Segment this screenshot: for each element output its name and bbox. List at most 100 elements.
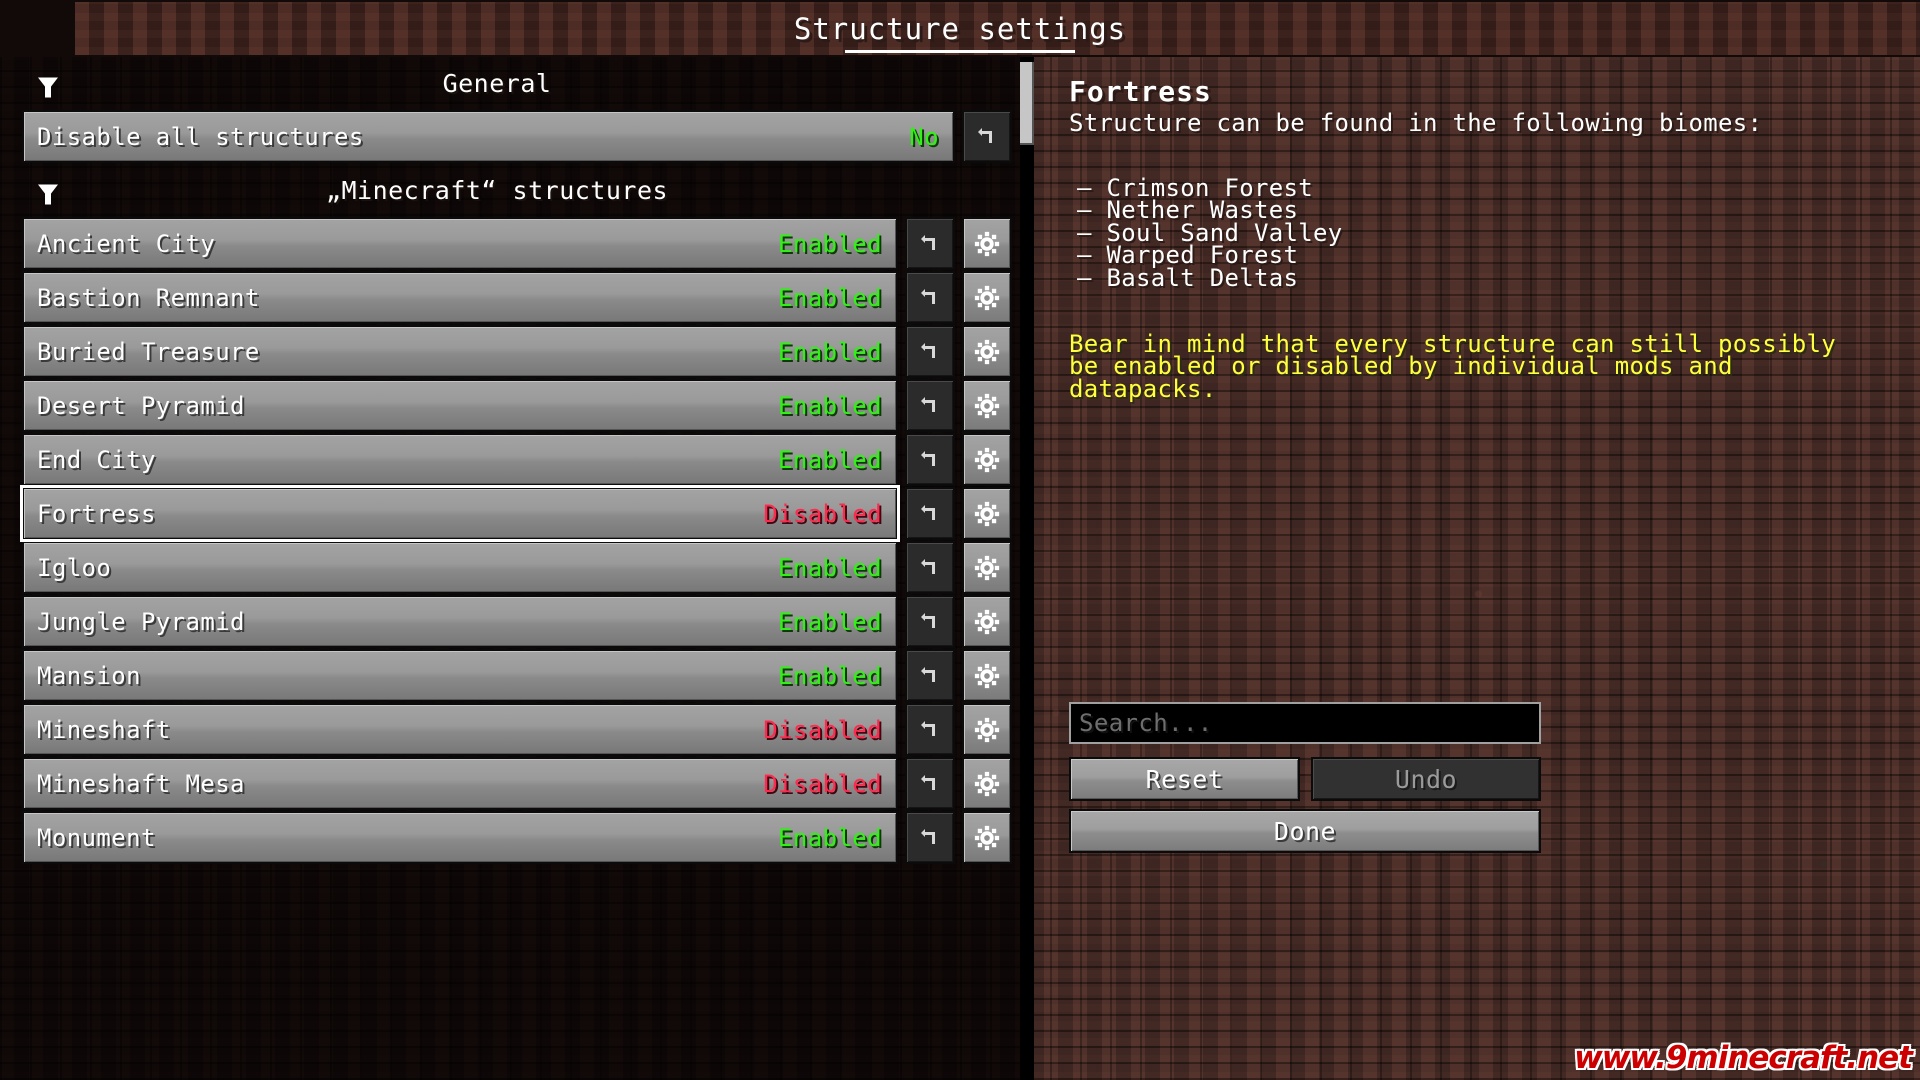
- structure-toggle-button[interactable]: Buried Treasure Enabled: [22, 325, 898, 378]
- done-button[interactable]: Done: [1069, 809, 1541, 853]
- gear-icon-button[interactable]: [962, 271, 1012, 324]
- search-input[interactable]: [1069, 702, 1541, 744]
- gear-icon-button[interactable]: [962, 541, 1012, 594]
- table-row[interactable]: Mineshaft Disabled: [22, 703, 1012, 756]
- structure-toggle-button[interactable]: Mineshaft Disabled: [22, 703, 898, 756]
- reset-arrow-icon-button[interactable]: [905, 379, 955, 432]
- reset-button[interactable]: Reset: [1069, 757, 1300, 801]
- gear-icon-button[interactable]: [962, 757, 1012, 810]
- caret-down-icon[interactable]: [38, 184, 58, 204]
- reset-arrow-icon: [921, 342, 935, 358]
- structure-toggle-button[interactable]: Jungle Pyramid Enabled: [22, 595, 898, 648]
- reset-arrow-icon-button[interactable]: [905, 811, 955, 864]
- structure-label: Mansion: [37, 661, 141, 690]
- structure-status: Enabled: [778, 283, 882, 312]
- table-row[interactable]: Desert Pyramid Enabled: [22, 379, 1012, 432]
- table-row[interactable]: Disable all structures No: [22, 110, 1012, 163]
- structure-label: Ancient City: [37, 229, 216, 258]
- reset-arrow-icon: [921, 558, 935, 574]
- gear-icon-button[interactable]: [962, 487, 1012, 540]
- list-scrollbar-track[interactable]: [1020, 57, 1034, 1080]
- reset-arrow-icon: [921, 720, 935, 736]
- site-watermark: www.9minecraft.net: [1574, 1040, 1913, 1076]
- gear-icon: [974, 825, 1000, 850]
- reset-arrow-icon-button[interactable]: [905, 487, 955, 540]
- structure-toggle-button[interactable]: Mansion Enabled: [22, 649, 898, 702]
- structure-label: Jungle Pyramid: [37, 607, 245, 636]
- gear-icon-button[interactable]: [962, 811, 1012, 864]
- structure-label: Buried Treasure: [37, 337, 260, 366]
- option-disable-all-structures[interactable]: Disable all structures No: [22, 110, 955, 163]
- table-row[interactable]: Ancient City Enabled: [22, 217, 1012, 270]
- reset-arrow-icon: [921, 612, 935, 628]
- structure-toggle-button[interactable]: Monument Enabled: [22, 811, 898, 864]
- gear-icon-button[interactable]: [962, 433, 1012, 486]
- table-row[interactable]: Mineshaft Mesa Disabled: [22, 757, 1012, 810]
- structure-toggle-button[interactable]: Ancient City Enabled: [22, 217, 898, 270]
- structure-status: Disabled: [763, 499, 882, 528]
- table-row[interactable]: Monument Enabled: [22, 811, 1012, 864]
- table-row[interactable]: Jungle Pyramid Enabled: [22, 595, 1012, 648]
- info-panel: Fortress Structure can be found in the f…: [1045, 57, 1920, 1080]
- gear-icon: [974, 609, 1000, 634]
- gear-icon-button[interactable]: [962, 217, 1012, 270]
- structure-toggle-button[interactable]: Fortress Disabled: [20, 485, 900, 542]
- reset-arrow-icon-button[interactable]: [905, 271, 955, 324]
- table-row[interactable]: Igloo Enabled: [22, 541, 1012, 594]
- reset-arrow-icon-button[interactable]: [905, 325, 955, 378]
- reset-arrow-icon: [921, 396, 935, 412]
- biome-list: Crimson ForestNether WastesSoul Sand Val…: [1077, 176, 1343, 290]
- reset-arrow-icon-button[interactable]: [905, 433, 955, 486]
- reset-arrow-icon: [921, 666, 935, 682]
- structure-toggle-button[interactable]: Bastion Remnant Enabled: [22, 271, 898, 324]
- section-header-general[interactable]: General: [0, 57, 1034, 110]
- structure-list-panel[interactable]: General Disable all structures No „Minec…: [0, 57, 1034, 1080]
- table-row[interactable]: Fortress Disabled: [20, 485, 1012, 542]
- reset-arrow-icon: [921, 504, 935, 520]
- structure-status: Enabled: [778, 391, 882, 420]
- structure-toggle-button[interactable]: Desert Pyramid Enabled: [22, 379, 898, 432]
- reset-arrow-icon-button[interactable]: [905, 541, 955, 594]
- structure-toggle-button[interactable]: Igloo Enabled: [22, 541, 898, 594]
- reset-arrow-icon: [978, 127, 992, 143]
- reset-arrow-icon-button[interactable]: [905, 217, 955, 270]
- gear-icon-button[interactable]: [962, 703, 1012, 756]
- structure-toggle-button[interactable]: End City Enabled: [22, 433, 898, 486]
- gear-icon-button[interactable]: [962, 325, 1012, 378]
- info-note: Bear in mind that every structure can st…: [1069, 330, 1836, 403]
- table-row[interactable]: Buried Treasure Enabled: [22, 325, 1012, 378]
- gear-icon: [974, 555, 1000, 580]
- structure-label: Monument: [37, 823, 156, 852]
- reset-arrow-icon: [921, 450, 935, 466]
- table-row[interactable]: Mansion Enabled: [22, 649, 1012, 702]
- info-description: Structure can be found in the following …: [1069, 109, 1763, 137]
- reset-arrow-icon: [921, 234, 935, 250]
- reset-arrow-icon-button[interactable]: [905, 649, 955, 702]
- list-scrollbar-thumb[interactable]: [1020, 62, 1034, 145]
- reset-arrow-icon-button[interactable]: [905, 595, 955, 648]
- reset-arrow-icon-button[interactable]: [905, 757, 955, 810]
- table-row[interactable]: End City Enabled: [22, 433, 1012, 486]
- structure-label: Igloo: [37, 553, 112, 582]
- section-label: General: [442, 69, 552, 98]
- gear-icon-button[interactable]: [962, 595, 1012, 648]
- reset-button-label: Reset: [1145, 764, 1224, 794]
- structure-toggle-button[interactable]: Mineshaft Mesa Disabled: [22, 757, 898, 810]
- caret-down-icon[interactable]: [38, 77, 58, 97]
- reset-arrow-icon-button[interactable]: [962, 110, 1012, 163]
- table-row[interactable]: Bastion Remnant Enabled: [22, 271, 1012, 324]
- structure-label: Desert Pyramid: [37, 391, 245, 420]
- gear-icon-button[interactable]: [962, 649, 1012, 702]
- reset-arrow-icon: [921, 288, 935, 304]
- structure-label: Mineshaft: [37, 715, 171, 744]
- reset-arrow-icon-button[interactable]: [905, 703, 955, 756]
- structure-status: Disabled: [763, 769, 882, 798]
- title-underline: [845, 50, 1075, 53]
- structure-status: Disabled: [763, 715, 882, 744]
- section-header-minecraft-structures[interactable]: „Minecraft“ structures: [0, 164, 1034, 217]
- gear-icon: [974, 285, 1000, 310]
- structure-status: Enabled: [778, 661, 882, 690]
- option-value: No: [909, 122, 939, 151]
- gear-icon: [974, 393, 1000, 418]
- gear-icon-button[interactable]: [962, 379, 1012, 432]
